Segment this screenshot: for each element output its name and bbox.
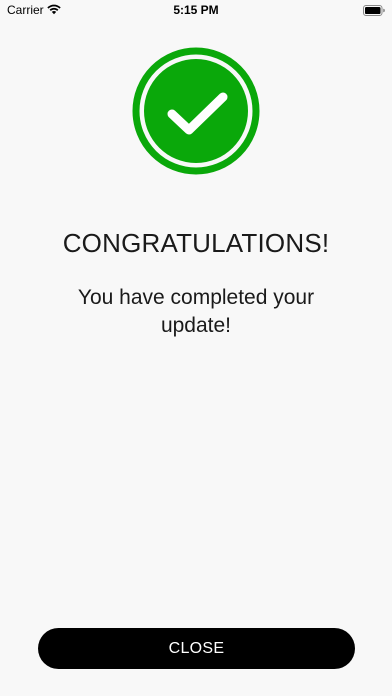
battery-icon	[363, 5, 385, 16]
clock: 5:15 PM	[173, 3, 219, 17]
close-button[interactable]: CLOSE	[38, 628, 355, 669]
success-message: You have completed your update!	[77, 286, 315, 337]
checkmark-circle-icon	[132, 47, 260, 175]
status-bar: Carrier 5:15 PM	[0, 0, 392, 22]
success-title: CONGRATULATIONS!	[62, 228, 330, 258]
